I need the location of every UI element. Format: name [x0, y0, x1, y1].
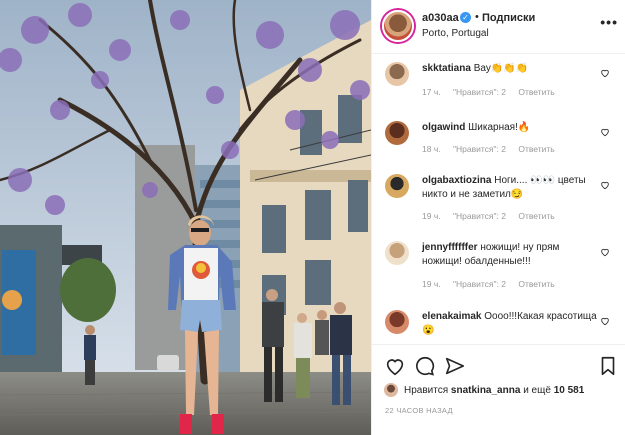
post-header: a030aa ✓ • Подписки Porto, Portugal ••• [372, 0, 625, 54]
comment-text: Шикарная!🔥 [468, 122, 531, 133]
comment-time: 19 ч. [422, 279, 441, 289]
bookmark-icon[interactable] [597, 355, 619, 377]
comment-text: Вау👏👏👏 [473, 63, 529, 74]
likes-summary: Нравится snatkina_anna и ещё 10 581 [384, 383, 584, 397]
comment-body: elenakaimak Оооо!!!Какая красотища😮 [422, 310, 597, 338]
post-image [0, 0, 371, 435]
comments-list[interactable]: skktatiana Вау👏👏👏 17 ч. "Нравится": 2 От… [372, 54, 625, 344]
comment-like-heart-icon[interactable] [600, 247, 610, 257]
commenter-avatar[interactable] [385, 310, 409, 334]
comment-icon[interactable] [414, 355, 436, 377]
comment-meta: 18 ч. "Нравится": 2 Ответить [422, 144, 565, 154]
liker-avatar[interactable] [384, 383, 398, 397]
comment-time: 19 ч. [422, 211, 441, 221]
comment-time: 18 ч. [422, 144, 441, 154]
commenter-avatar[interactable] [385, 62, 409, 86]
comment-meta: 19 ч. "Нравится": 2 Ответить [422, 279, 565, 289]
separator-dot: • [475, 11, 479, 23]
commenter-avatar[interactable] [385, 121, 409, 145]
following-button[interactable]: Подписки [482, 12, 535, 24]
likes-suffix: и ещё [523, 384, 551, 396]
reply-button[interactable]: Ответить [518, 87, 554, 97]
comment-body: olgawind Шикарная!🔥 [422, 121, 597, 135]
comment-like-heart-icon[interactable] [600, 127, 610, 137]
more-options-icon[interactable]: ••• [600, 14, 618, 30]
author-avatar[interactable] [382, 10, 414, 42]
comment-meta: 17 ч. "Нравится": 2 Ответить [422, 87, 565, 97]
reply-button[interactable]: Ответить [518, 279, 554, 289]
comment-likes[interactable]: "Нравится": 2 [453, 211, 506, 221]
likes-prefix: Нравится [404, 384, 449, 396]
comment-username[interactable]: elenakaimak [422, 311, 482, 322]
author-username[interactable]: a030aa [422, 12, 459, 24]
comment-like-heart-icon[interactable] [600, 180, 610, 190]
comment-username[interactable]: olgawind [422, 122, 465, 133]
post-actions-bar [372, 344, 625, 384]
reply-button[interactable]: Ответить [518, 144, 554, 154]
comment-body: jennyffffffer ножищи! ну прям ножищи! об… [422, 241, 597, 269]
comment-username[interactable]: olgabaxtiozina [422, 175, 491, 186]
reply-button[interactable]: Ответить [518, 211, 554, 221]
comment-body: olgabaxtiozina Ноги.... 👀👀 цветы никто и… [422, 174, 597, 202]
comment-likes[interactable]: "Нравится": 2 [453, 144, 506, 154]
post-photo[interactable] [0, 0, 371, 435]
post-panel: a030aa ✓ • Подписки Porto, Portugal ••• … [371, 0, 625, 435]
likes-count[interactable]: 10 581 [554, 385, 585, 396]
comment-like-heart-icon[interactable] [600, 68, 610, 78]
post-time-ago[interactable]: 22 ЧАСОВ НАЗАД [385, 406, 453, 415]
comment-body: skktatiana Вау👏👏👏 [422, 62, 597, 76]
commenter-avatar[interactable] [385, 241, 409, 265]
comment-likes[interactable]: "Нравится": 2 [453, 279, 506, 289]
heart-icon[interactable] [384, 355, 406, 377]
commenter-avatar[interactable] [385, 174, 409, 198]
comment-username[interactable]: jennyffffffer [422, 242, 478, 253]
comment-time: 17 ч. [422, 87, 441, 97]
comment-like-heart-icon[interactable] [600, 316, 610, 326]
comment-username[interactable]: skktatiana [422, 63, 471, 74]
liker-username[interactable]: snatkina_anna [451, 385, 520, 396]
comment-meta: 19 ч. "Нравится": 2 Ответить [422, 211, 565, 221]
verified-badge-icon: ✓ [460, 12, 471, 23]
post-location[interactable]: Porto, Portugal [422, 28, 489, 39]
share-icon[interactable] [444, 355, 466, 377]
comment-likes[interactable]: "Нравится": 2 [453, 87, 506, 97]
